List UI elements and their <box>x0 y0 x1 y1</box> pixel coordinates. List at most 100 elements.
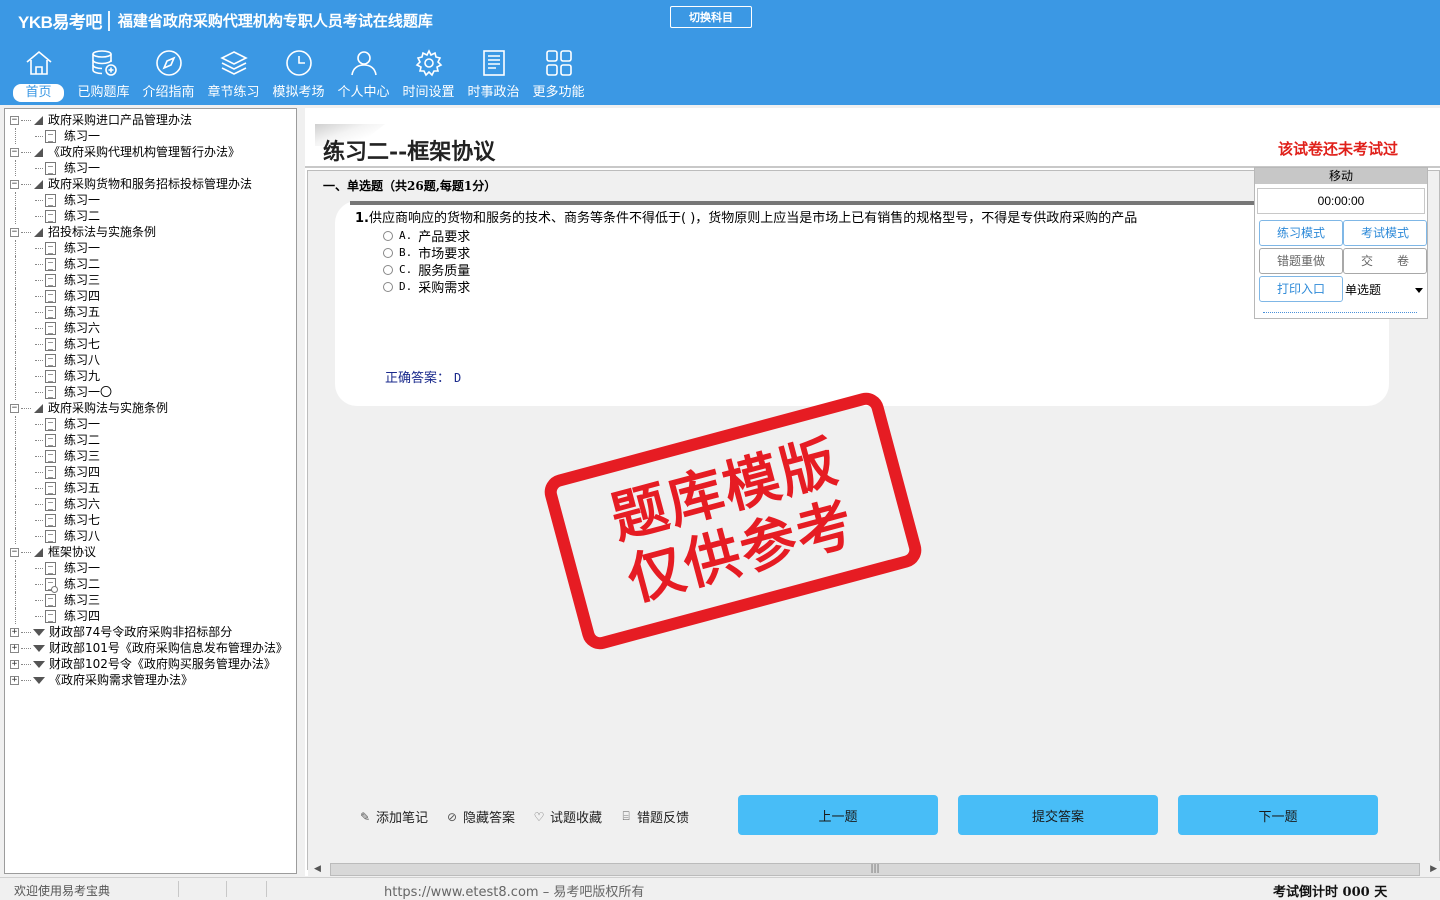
tree-connector <box>35 375 43 377</box>
collapse-icon[interactable]: − <box>10 547 19 557</box>
document-icon <box>45 497 56 511</box>
tree-leaf[interactable]: 练习二 <box>5 208 296 224</box>
tree-node[interactable]: − 政府采购进口产品管理办法 <box>5 112 296 128</box>
tree-leaf[interactable]: 练习五 <box>5 304 296 320</box>
answer-option[interactable]: A. 产品要求 <box>383 227 470 245</box>
tree-leaf[interactable]: 练习二 <box>5 432 296 448</box>
tree-leaf[interactable]: 练习一 <box>5 160 296 176</box>
tree-node[interactable]: − 政府采购法与实施条例 <box>5 400 296 416</box>
document-icon <box>45 161 56 175</box>
submit-answer-button[interactable]: 提交答案 <box>958 795 1158 835</box>
practice-mode-button[interactable]: 练习模式 <box>1259 220 1343 246</box>
tree-node[interactable]: + 财政部101号《政府采购信息发布管理办法》 <box>5 640 296 656</box>
tree-leaf-label: 练习六 <box>64 497 101 511</box>
option-key: D. <box>399 280 413 293</box>
prev-question-button[interactable]: 上一题 <box>738 795 938 835</box>
hand-in-button[interactable]: 交 卷 <box>1343 248 1427 274</box>
tree-connector <box>21 231 31 233</box>
tree-node-label: 政府采购进口产品管理办法 <box>48 113 193 127</box>
tool-label: 试题收藏 <box>550 811 603 826</box>
tree-node[interactable]: − 《政府采购代理机构管理暂行办法》 <box>5 144 296 160</box>
tree-leaf[interactable]: 练习六 <box>5 320 296 336</box>
collapse-icon[interactable]: − <box>10 403 19 413</box>
nav-item-2[interactable]: 介绍指南 <box>136 46 201 102</box>
tree-node[interactable]: − 招投标法与实施条例 <box>5 224 296 240</box>
question-type-select[interactable]: 单选题 <box>1343 278 1427 302</box>
tree-leaf[interactable]: 练习九 <box>5 368 296 384</box>
nav-item-label: 更多功能 <box>532 85 585 100</box>
tree-leaf[interactable]: 练习三 <box>5 272 296 288</box>
tool-heart[interactable]: ♡ 试题收藏 <box>532 807 603 827</box>
expand-icon[interactable]: + <box>10 643 19 653</box>
expand-icon[interactable]: + <box>10 659 19 669</box>
scroll-right-icon[interactable]: ▶ <box>1430 864 1437 874</box>
nav-item-8[interactable]: 更多功能 <box>526 46 591 102</box>
answer-option[interactable]: D. 采购需求 <box>383 278 470 296</box>
tree-leaf[interactable]: 练习六 <box>5 496 296 512</box>
tool-feedback[interactable]: ⌸ 错题反馈 <box>619 807 689 826</box>
panel-resize-edge[interactable] <box>1263 312 1417 313</box>
tree-node[interactable]: − 政府采购货物和服务招标投标管理办法 <box>5 176 296 192</box>
collapse-icon[interactable]: − <box>10 147 19 157</box>
tree-leaf[interactable]: 练习二 <box>5 256 296 272</box>
tree-node[interactable]: + 财政部102号令《政府购买服务管理办法》 <box>5 656 296 672</box>
next-question-button[interactable]: 下一题 <box>1178 795 1378 835</box>
expand-icon[interactable]: + <box>10 627 19 637</box>
radio-button[interactable] <box>383 230 393 241</box>
tree-node[interactable]: + 《政府采购需求管理办法》 <box>5 672 296 688</box>
nav-item-4[interactable]: 模拟考场 <box>266 46 331 102</box>
answer-option[interactable]: C. 服务质量 <box>383 261 470 279</box>
tree-leaf[interactable]: 练习四 <box>5 288 296 304</box>
tree-leaf[interactable]: 练习八 <box>5 528 296 544</box>
switch-subject-button[interactable]: 切换科目 <box>670 6 752 28</box>
panel-move-handle[interactable]: 移动 <box>1255 168 1427 184</box>
radio-button[interactable] <box>383 281 393 292</box>
scroll-left-icon[interactable]: ◀ <box>314 864 321 874</box>
redo-wrong-button[interactable]: 错题重做 <box>1259 248 1343 274</box>
print-button[interactable]: 打印入口 <box>1259 276 1343 302</box>
tree-leaf[interactable]: 练习七 <box>5 512 296 528</box>
tree-leaf[interactable]: 练习七 <box>5 336 296 352</box>
tree-leaf[interactable]: 练习五 <box>5 480 296 496</box>
document-icon <box>45 577 58 593</box>
collapse-icon[interactable]: − <box>10 115 19 125</box>
nav-item-5[interactable]: 个人中心 <box>331 46 396 102</box>
expand-icon[interactable]: + <box>10 675 19 685</box>
timer-display: 00:00:00 <box>1257 188 1425 214</box>
tree-node[interactable]: + 财政部74号令政府采购非招标部分 <box>5 624 296 640</box>
tree-node[interactable]: − 框架协议 <box>5 544 296 560</box>
tree-leaf[interactable]: 练习八 <box>5 352 296 368</box>
tree-leaf[interactable]: 练习一 <box>5 240 296 256</box>
tree-leaf-label: 练习一 <box>64 241 101 255</box>
tree-leaf-label: 练习三 <box>64 449 101 463</box>
tree-leaf[interactable]: 练习一 <box>5 416 296 432</box>
nav-item-1[interactable]: 已购题库 <box>71 46 136 102</box>
tree-leaf[interactable]: 练习一〇 <box>5 384 296 400</box>
tree-leaf[interactable]: 练习二 <box>5 576 296 593</box>
chapter-tree[interactable]: − 政府采购进口产品管理办法 练习一 − 《政府采购代理机构管理暂行办法》 练习一 − 政府采… <box>4 108 297 874</box>
horizontal-scrollbar[interactable]: ◀ ||| ▶ <box>308 861 1440 878</box>
scroll-thumb[interactable]: ||| <box>330 863 1420 876</box>
radio-button[interactable] <box>383 247 393 258</box>
tree-leaf[interactable]: 练习三 <box>5 592 296 608</box>
nav-item-7[interactable]: 时事政治 <box>461 46 526 102</box>
nav-item-3[interactable]: 章节练习 <box>201 46 266 102</box>
tree-connector <box>35 327 43 329</box>
tool-eye[interactable]: ⊘ 隐藏答案 <box>445 807 515 827</box>
layers-icon <box>217 46 251 80</box>
tree-leaf[interactable]: 练习四 <box>5 464 296 480</box>
tree-leaf[interactable]: 练习三 <box>5 448 296 464</box>
collapse-icon[interactable]: − <box>10 179 19 189</box>
exam-mode-button[interactable]: 考试模式 <box>1343 220 1427 246</box>
tree-connector <box>21 647 31 649</box>
radio-button[interactable] <box>383 264 393 275</box>
collapse-icon[interactable]: − <box>10 227 19 237</box>
answer-option[interactable]: B. 市场要求 <box>383 244 470 262</box>
tree-leaf[interactable]: 练习四 <box>5 608 296 624</box>
tool-pencil[interactable]: ✎ 添加笔记 <box>358 807 428 827</box>
nav-item-0[interactable]: 首页 <box>6 46 71 102</box>
nav-item-6[interactable]: 时间设置 <box>396 46 461 102</box>
tree-leaf[interactable]: 练习一 <box>5 192 296 208</box>
tree-leaf[interactable]: 练习一 <box>5 560 296 576</box>
tree-leaf[interactable]: 练习一 <box>5 128 296 144</box>
